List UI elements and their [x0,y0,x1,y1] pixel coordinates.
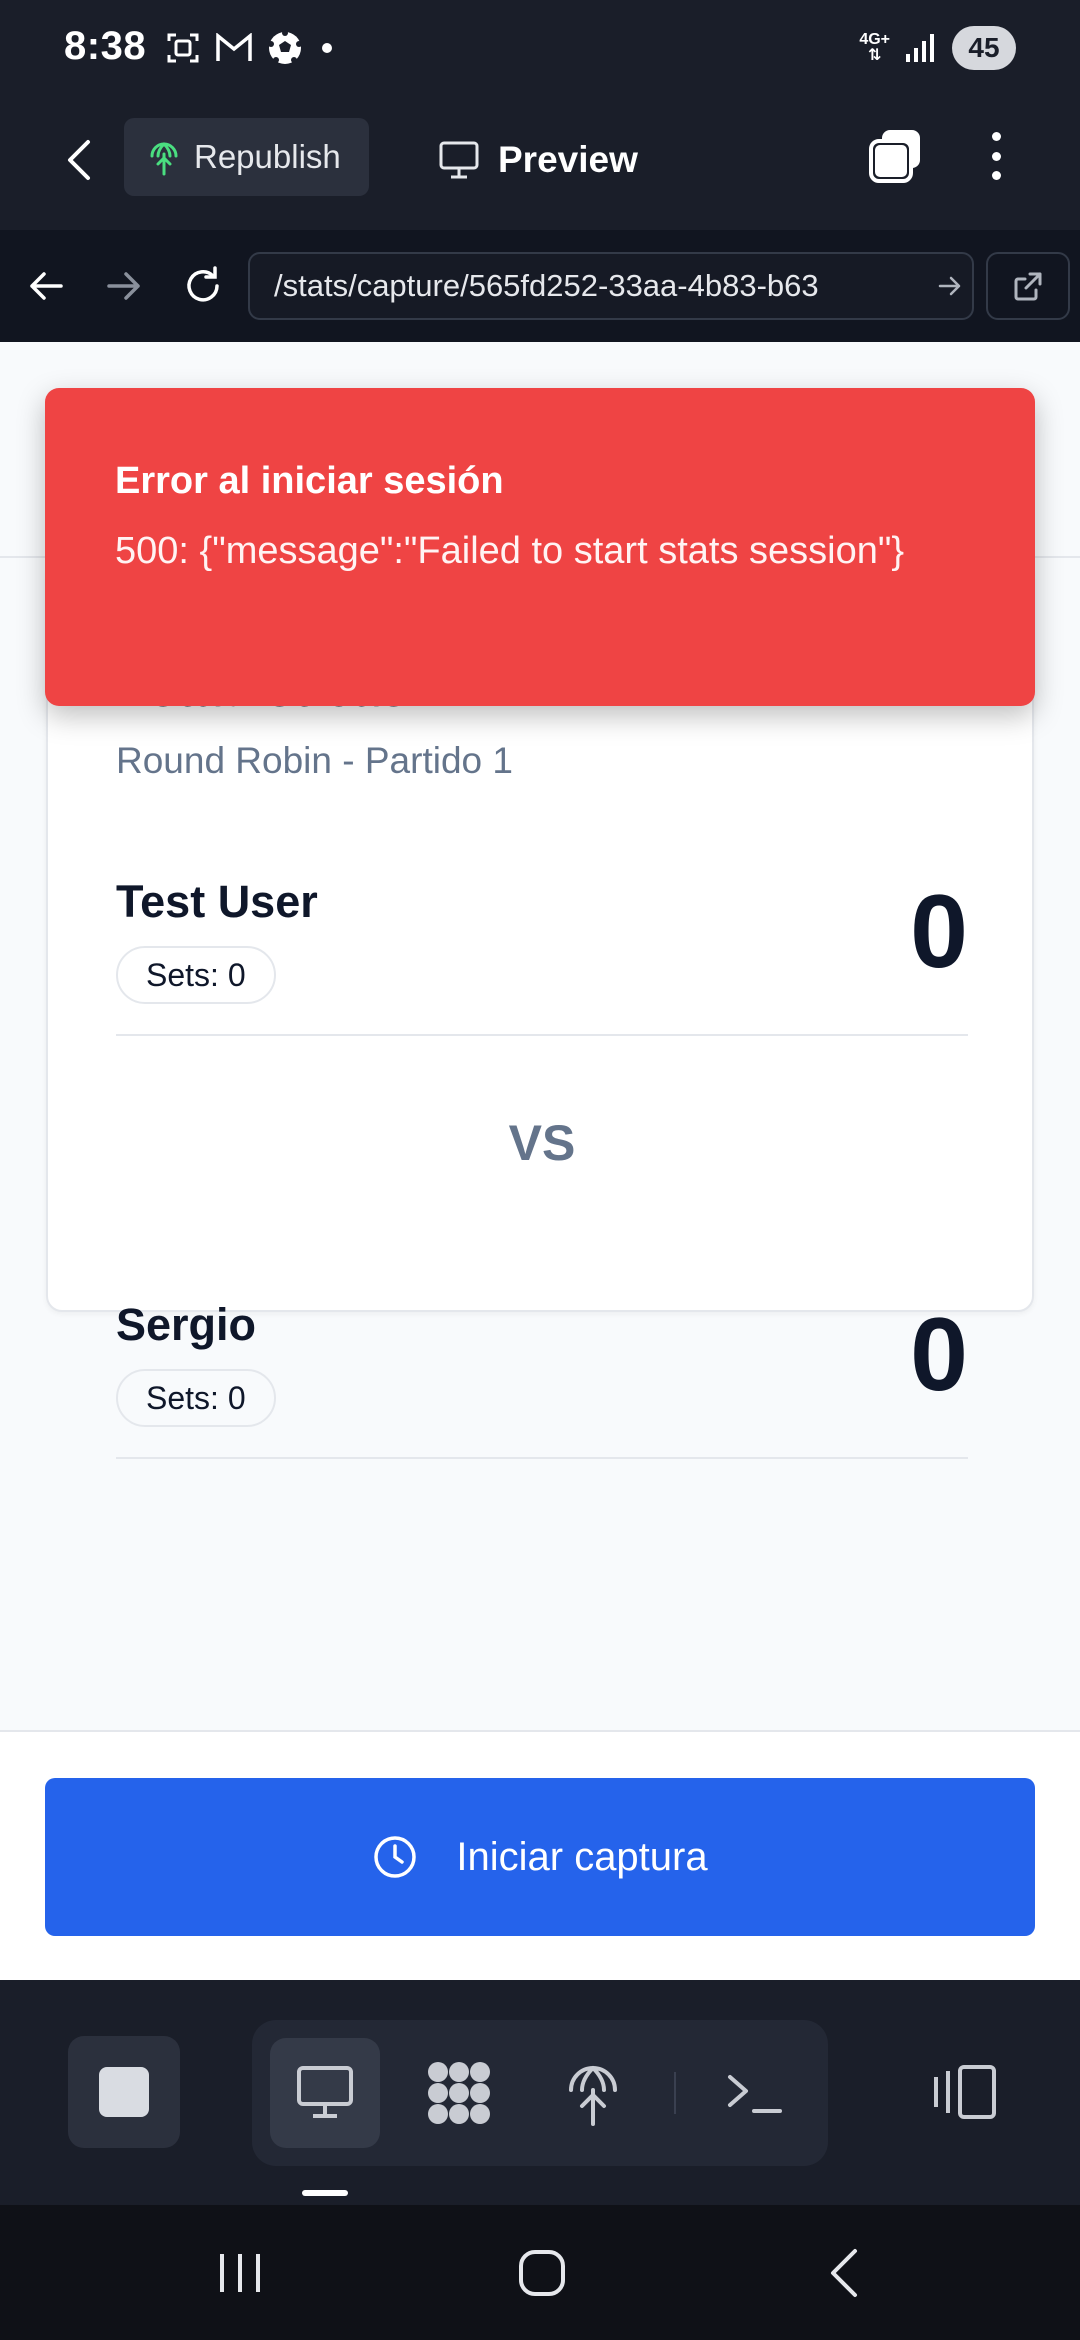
sets-badge: Sets: 0 [116,946,276,1004]
nodes-icon [428,2062,490,2124]
toast-message: 500: {"message":"Failed to start stats s… [115,530,905,572]
preview-label: Preview [498,139,638,180]
system-back-button[interactable] [812,2241,876,2305]
more-menu-button[interactable] [978,126,1014,186]
start-capture-button[interactable]: Iniciar captura [45,1778,1035,1936]
back-chevron-icon [831,2249,857,2297]
workflow-tab[interactable] [404,2038,514,2148]
chevron-left-icon [68,140,90,180]
error-toast[interactable]: Error al iniciar sesión 500: {"message":… [45,388,1035,706]
panel-toggle-icon [934,2065,996,2119]
arrow-right-icon [107,272,140,300]
menu-dot [991,132,1001,141]
back-button[interactable] [56,132,100,188]
gmail-icon [216,33,252,61]
deploy-tab[interactable] [538,2038,648,2148]
open-external-button[interactable] [986,252,1070,320]
deploy-icon [150,142,178,176]
terminal-icon [728,2075,782,2113]
menu-dot [991,151,1001,161]
soccer-ball-icon [268,30,302,64]
republish-button[interactable]: Republish [124,118,369,196]
status-time: 8:38 [64,24,147,68]
workspace-toolbar [0,1980,1080,2205]
player-name: Test User [116,876,318,927]
tabs-icon [869,130,920,183]
home-icon [519,2250,565,2296]
url-field[interactable]: /stats/capture/565fd252-33aa-4b83-b63 [248,252,974,320]
view-switcher [252,2020,828,2166]
stop-button[interactable] [68,2036,180,2148]
battery-indicator: 45 [952,26,1016,70]
app-toolbar: Republish Preview [0,100,1080,230]
screenshot-icon [167,33,199,63]
url-text: /stats/capture/565fd252-33aa-4b83-b63 [274,268,819,303]
player-score: 0 [910,1297,968,1413]
player-name: Sergio [116,1299,257,1350]
browser-bar: /stats/capture/565fd252-33aa-4b83-b63 [0,230,1080,342]
console-tab[interactable] [700,2038,810,2148]
web-content: Estadísticas Round Robin - Partido 1 Tes… [0,342,1080,1980]
monitor-icon [297,2066,353,2118]
system-nav-bar [0,2205,1080,2340]
notification-icons [165,30,337,66]
home-button[interactable] [510,2241,574,2305]
tabs-button[interactable] [866,126,926,186]
player-score: 0 [910,874,968,990]
reload-icon [187,266,219,302]
clock-icon [374,1836,417,1878]
preview-tab[interactable] [270,2038,380,2148]
start-capture-label: Iniciar captura [456,1834,708,1879]
vs-label: VS [508,1115,576,1171]
go-arrow-icon[interactable] [928,264,972,308]
recent-apps-button[interactable] [208,2241,272,2305]
sets-badge: Sets: 0 [116,1369,276,1427]
drag-handle[interactable] [302,2190,348,2196]
arrow-left-icon [30,272,63,300]
dot-icon [322,43,332,53]
toast-title: Error al iniciar sesión [115,460,504,502]
segment-divider [674,2072,676,2114]
status-bar: 8:38 4G+ ⇅ 45 [0,0,1080,100]
match-subtitle: Round Robin - Partido 1 [116,740,513,781]
preview-button[interactable]: Preview [438,130,638,190]
recents-icon [220,2254,260,2292]
network-indicator: 4G+ ⇅ [859,32,890,64]
reload-button[interactable] [175,258,231,314]
signal-icon [906,34,934,62]
layout-toggle-button[interactable] [920,2036,1006,2148]
monitor-icon [439,141,479,179]
deploy-icon [569,2066,617,2126]
network-type: 4G+ [859,31,890,48]
browser-back-button[interactable] [18,258,74,314]
player-row: Sergio Sets: 0 0 [116,1267,968,1459]
data-arrows-icon: ⇅ [867,47,882,64]
republish-label: Republish [194,138,341,175]
external-link-icon [1014,272,1042,301]
player-row: Test User Sets: 0 0 [116,844,968,1036]
stop-icon [99,2067,149,2117]
browser-forward-button[interactable] [96,258,152,314]
menu-dot [991,171,1001,180]
